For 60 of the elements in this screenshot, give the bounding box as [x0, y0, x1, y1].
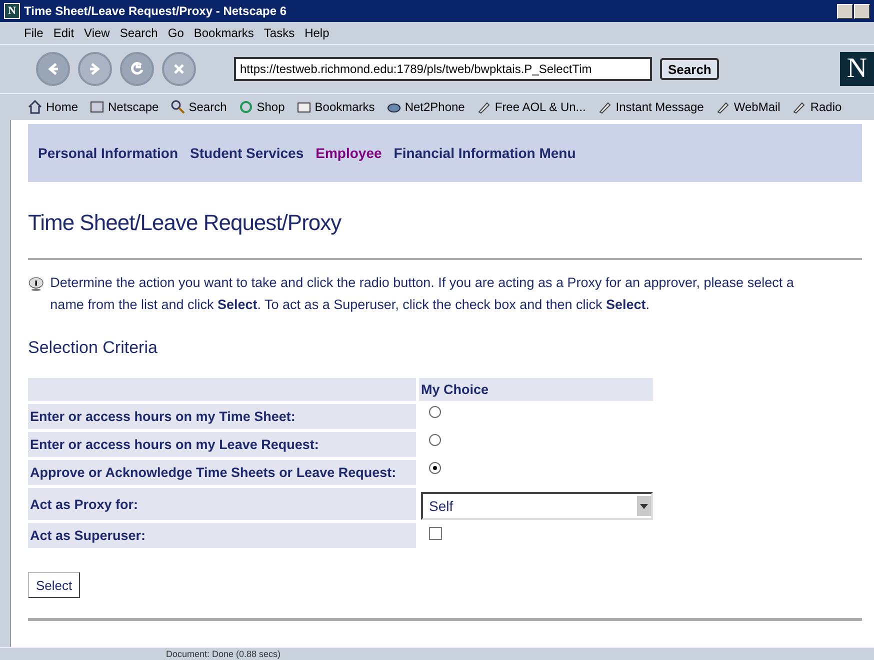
back-button[interactable] — [36, 52, 70, 86]
pencil-icon — [598, 100, 612, 114]
page-title: Time Sheet/Leave Request/Proxy — [28, 210, 342, 236]
forward-button[interactable] — [78, 52, 112, 86]
menu-item[interactable]: Help — [304, 26, 330, 40]
search-icon — [170, 100, 185, 114]
folder-icon — [296, 100, 311, 114]
pencil-icon — [792, 100, 806, 114]
bookmark-link[interactable]: Home — [28, 100, 78, 114]
menu-item[interactable]: Go — [168, 26, 184, 40]
section-title: Selection Criteria — [28, 338, 158, 358]
menu-item[interactable]: View — [84, 26, 110, 40]
reload-button[interactable] — [120, 52, 154, 86]
caret-icon — [640, 504, 648, 508]
menu-item[interactable]: Search — [120, 26, 158, 40]
nav-link[interactable]: Employee — [316, 145, 382, 161]
logo: N — [840, 52, 874, 86]
bookmark-link[interactable]: Bookmarks — [296, 100, 375, 114]
select-button[interactable]: Select — [28, 572, 80, 598]
bookmark-link[interactable]: Net2Phone — [386, 100, 465, 114]
bookmark-link[interactable]: Radio — [792, 100, 842, 114]
row-label: Approve or Acknowledge Time Sheets or Leave Request: — [28, 460, 416, 485]
pencil-icon — [476, 100, 491, 114]
status-text: Document: Done (0.88 secs) — [0, 647, 874, 660]
menu-item[interactable]: File — [24, 26, 44, 40]
radio-button[interactable] — [429, 462, 441, 474]
minimize-button[interactable] — [837, 4, 853, 18]
info-text: Determine the action you want to take and click the radio button. If you are acting as a Proxy for an approver, please select a name from the list and click Select. To act as a Superuser, click the check box and then click Select. — [50, 274, 795, 314]
menu-item[interactable]: Edit — [53, 26, 74, 40]
menu-item[interactable]: Bookmarks — [194, 26, 254, 40]
stop-button[interactable] — [162, 52, 196, 86]
maximize-button[interactable] — [854, 4, 870, 18]
bookmark-link[interactable]: Search — [170, 100, 227, 114]
radio-button[interactable] — [429, 434, 441, 446]
ring-icon — [238, 100, 253, 114]
row-label: Enter or access hours on my Leave Request: — [28, 432, 416, 457]
search-button[interactable]: Search — [660, 58, 720, 80]
square-icon — [90, 100, 104, 114]
pencil-icon — [716, 100, 730, 114]
window-title: Time Sheet/Leave Request/Proxy - Netscape 6 — [24, 4, 288, 18]
nav-link[interactable]: Financial Information Menu — [394, 145, 576, 161]
proxy-dropdown[interactable]: Self — [421, 492, 653, 520]
nav-link[interactable]: Personal Information — [38, 145, 178, 161]
url-field[interactable]: https://testweb.richmond.edu:1789/pls/tweb/bwpktais.P_SelectTim — [234, 57, 652, 81]
checkbox[interactable] — [429, 527, 442, 540]
bookmark-link[interactable]: Instant Message — [598, 100, 704, 114]
table-header: My Choice — [419, 378, 653, 401]
row-label: Enter or access hours on my Time Sheet: — [28, 404, 416, 429]
row-label: Act as Superuser: — [28, 523, 416, 548]
menu-item[interactable]: Tasks — [264, 26, 295, 40]
bookmark-link[interactable]: Netscape — [90, 100, 159, 114]
bookmark-link[interactable]: WebMail — [716, 100, 780, 114]
dropdown-arrow-button[interactable] — [637, 496, 651, 516]
bookmark-link[interactable]: Free AOL & Un... — [476, 100, 586, 114]
app-icon: N — [4, 3, 20, 19]
bookmark-link[interactable]: Shop — [238, 100, 285, 114]
nav-link[interactable]: Student Services — [190, 145, 304, 161]
radio-button[interactable] — [429, 406, 441, 418]
row-label: Act as Proxy for: — [28, 488, 416, 520]
house-icon — [28, 100, 42, 114]
